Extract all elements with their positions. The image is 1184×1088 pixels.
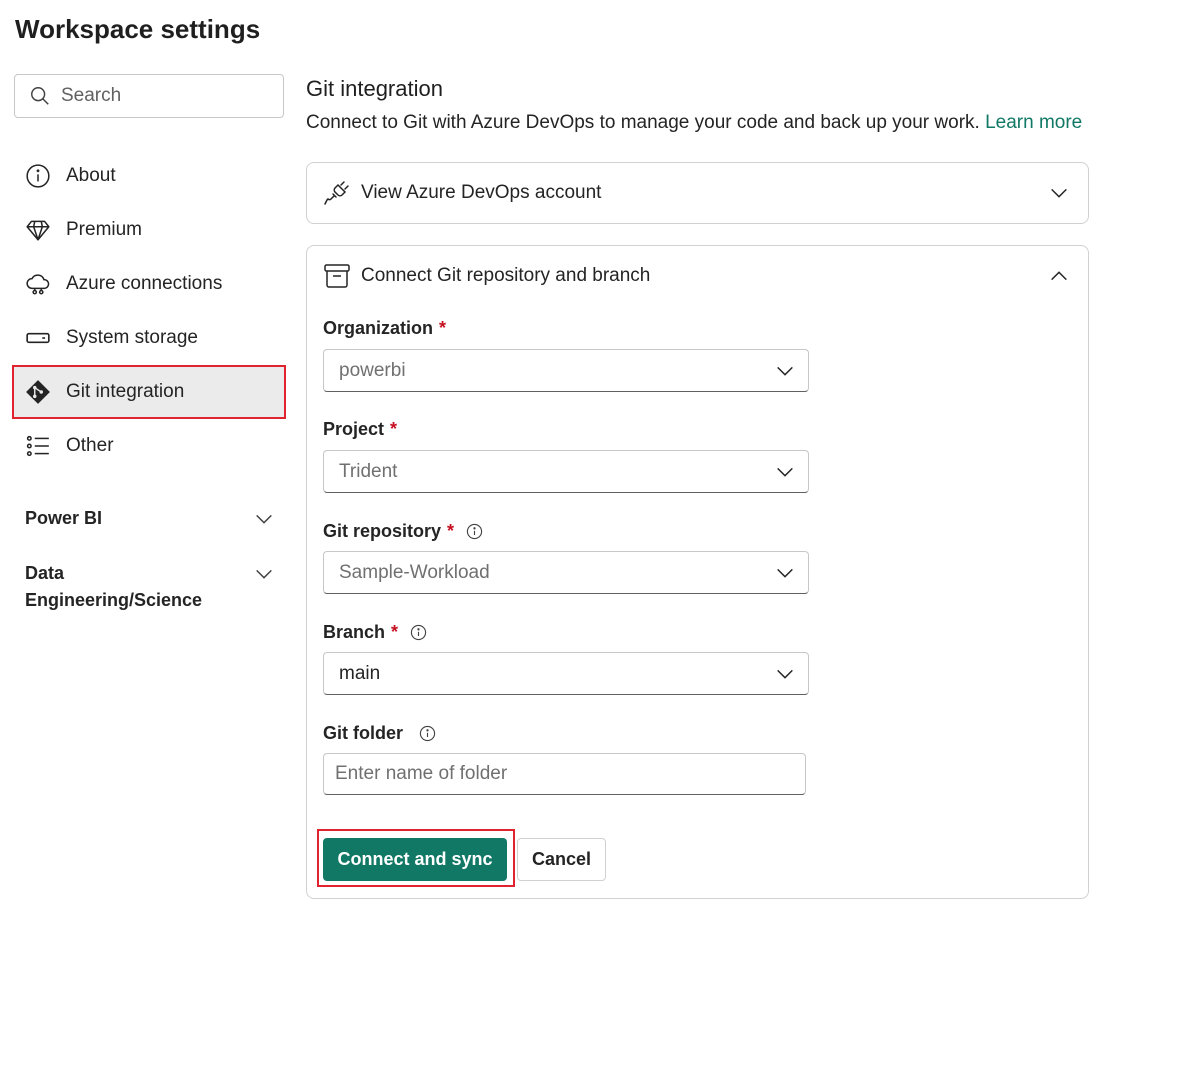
- chevron-down-icon: [777, 366, 793, 376]
- required-asterisk: *: [391, 622, 399, 642]
- chevron-down-icon: [777, 568, 793, 578]
- project-dropdown[interactable]: Trident: [323, 450, 809, 493]
- plug-icon: [323, 179, 351, 207]
- page-title: Workspace settings: [15, 14, 261, 44]
- git-repository-header[interactable]: Connect Git repository and branch: [307, 246, 1088, 306]
- connect-and-sync-button[interactable]: Connect and sync: [323, 838, 507, 881]
- project-label: Project *: [323, 419, 397, 440]
- search-input[interactable]: [59, 84, 259, 108]
- sidebar-item-other[interactable]: Other: [14, 421, 284, 471]
- sidebar-item-label: About: [66, 165, 116, 186]
- storage-icon: [24, 324, 52, 352]
- sidebar-item-premium[interactable]: Premium: [14, 205, 284, 255]
- folder-label: Git folder: [323, 723, 436, 744]
- azure-devops-account-header[interactable]: View Azure DevOps account: [307, 163, 1088, 223]
- sidebar-item-git-integration[interactable]: Git integration: [12, 365, 286, 419]
- search-box[interactable]: [14, 74, 284, 118]
- description-text: Connect to Git with Azure DevOps to mana…: [306, 112, 980, 133]
- chevron-down-icon: [777, 467, 793, 477]
- info-icon: [24, 162, 52, 190]
- info-icon[interactable]: [466, 523, 483, 540]
- section-description: Connect to Git with Azure DevOps to mana…: [306, 112, 1082, 134]
- branch-label: Branch *: [323, 622, 427, 643]
- organization-dropdown[interactable]: powerbi: [323, 349, 809, 392]
- git-folder-input[interactable]: [323, 753, 806, 795]
- card-title: Connect Git repository and branch: [361, 265, 651, 286]
- chevron-down-icon: [1051, 188, 1067, 198]
- chevron-down-icon: [777, 669, 793, 679]
- selected-value: main: [339, 662, 381, 684]
- selected-value: Sample-Workload: [339, 561, 490, 583]
- card-title: View Azure DevOps account: [361, 182, 602, 203]
- chevron-down-icon: [256, 514, 272, 524]
- info-icon[interactable]: [419, 725, 436, 742]
- organization-label: Organization *: [323, 318, 446, 339]
- label-text: Branch: [323, 622, 386, 642]
- sidebar-item-label: System storage: [66, 327, 198, 348]
- label-text: Git folder: [323, 723, 403, 743]
- section-data-engineering-science[interactable]: Data Engineering/Science: [25, 560, 275, 614]
- chevron-up-icon: [1051, 271, 1067, 281]
- required-asterisk: *: [439, 318, 447, 338]
- section-label: Power BI: [25, 508, 103, 528]
- diamond-icon: [24, 216, 52, 244]
- sidebar-item-label: Premium: [66, 219, 143, 240]
- chevron-down-icon: [256, 569, 272, 579]
- selected-value: powerbi: [339, 359, 406, 381]
- info-icon[interactable]: [410, 624, 427, 641]
- git-repository-card: Connect Git repository and branch Organi…: [306, 245, 1089, 899]
- sidebar-item-system-storage[interactable]: System storage: [14, 313, 284, 363]
- section-power-bi[interactable]: Power BI: [25, 505, 275, 532]
- required-asterisk: *: [447, 521, 455, 541]
- archive-icon: [323, 262, 351, 290]
- sidebar-item-label: Azure connections: [66, 273, 223, 294]
- cloud-link-icon: [24, 270, 52, 298]
- section-label: Data Engineering/Science: [25, 563, 203, 610]
- sidebar-item-label: Other: [66, 435, 114, 456]
- repository-label: Git repository *: [323, 521, 483, 542]
- cancel-button[interactable]: Cancel: [517, 838, 606, 881]
- sidebar-item-label: Git integration: [66, 381, 185, 402]
- sidebar-item-about[interactable]: About: [14, 151, 284, 201]
- label-text: Project: [323, 419, 385, 439]
- git-icon: [24, 378, 52, 406]
- repository-dropdown[interactable]: Sample-Workload: [323, 551, 809, 594]
- learn-more-link[interactable]: Learn more: [985, 112, 1082, 133]
- selected-value: Trident: [339, 460, 398, 482]
- list-icon: [24, 432, 52, 460]
- search-icon: [31, 87, 49, 105]
- sidebar-item-azure-connections[interactable]: Azure connections: [14, 259, 284, 309]
- branch-dropdown[interactable]: main: [323, 652, 809, 695]
- section-title: Git integration: [306, 76, 443, 101]
- azure-devops-account-card: View Azure DevOps account: [306, 162, 1089, 224]
- label-text: Git repository: [323, 521, 442, 541]
- required-asterisk: *: [390, 419, 398, 439]
- label-text: Organization: [323, 318, 434, 338]
